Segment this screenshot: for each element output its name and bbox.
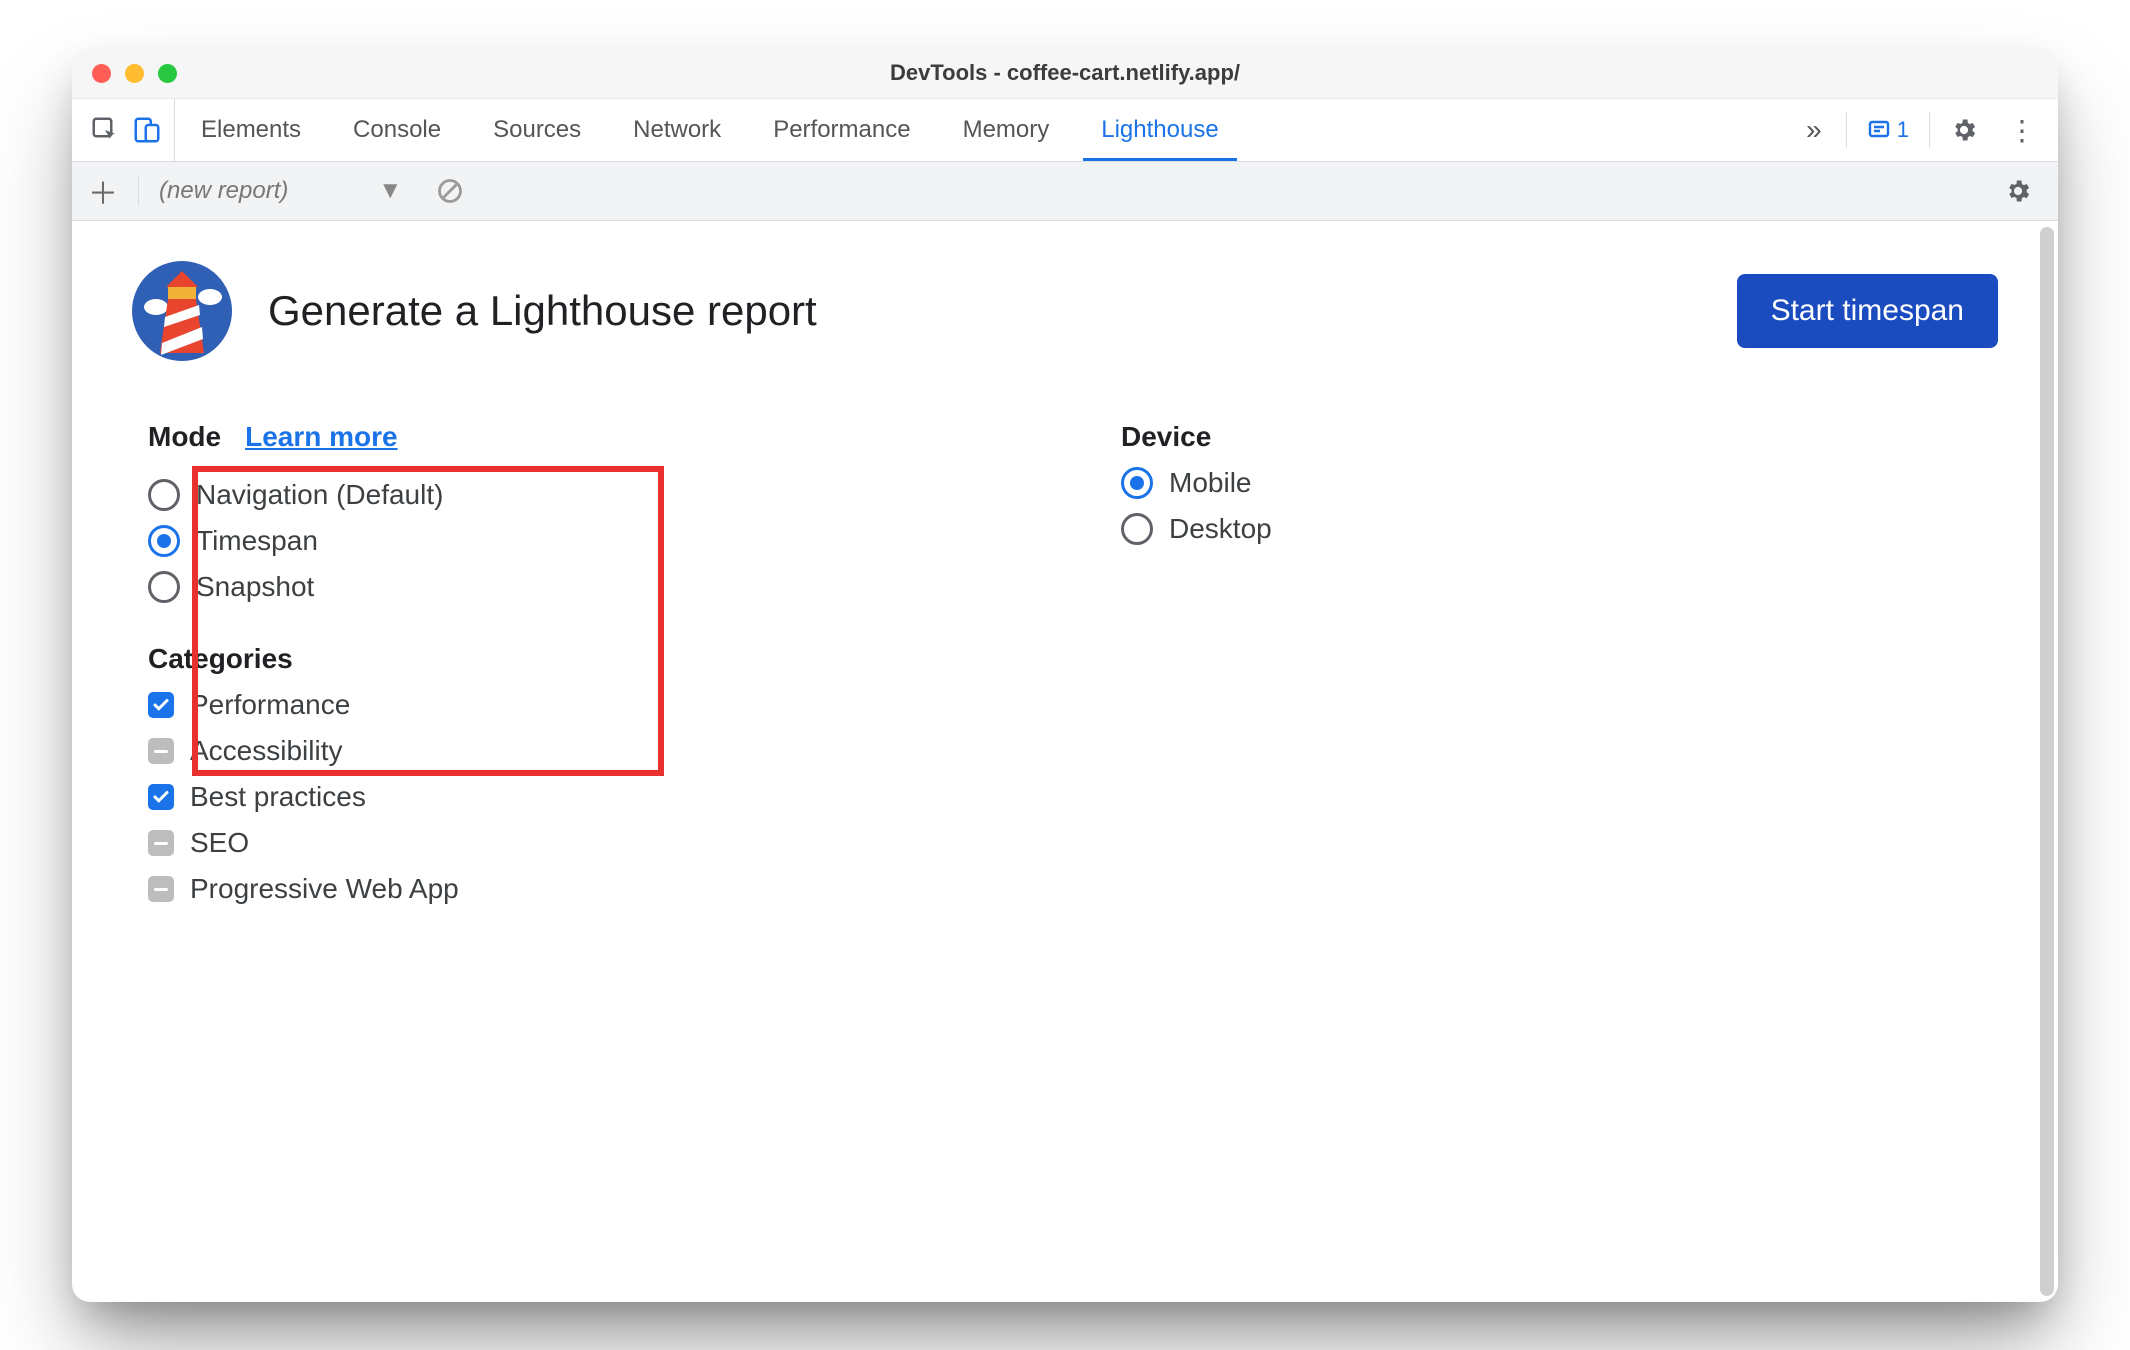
window-title: DevTools - coffee-cart.netlify.app/ xyxy=(890,60,1240,86)
lighthouse-toolbar: ＋ (new report) ▼ xyxy=(72,162,2058,221)
lighthouse-logo-icon xyxy=(132,261,232,361)
lighthouse-panel: Generate a Lighthouse report Start times… xyxy=(72,221,2058,1302)
learn-more-link[interactable]: Learn more xyxy=(245,421,398,453)
device-option-label: Desktop xyxy=(1169,513,1272,545)
panel-tabs: Elements Console Sources Network Perform… xyxy=(175,99,1784,161)
mode-section-title: Mode xyxy=(148,421,221,453)
category-checkbox-pwa[interactable] xyxy=(148,876,174,902)
mode-option-label: Snapshot xyxy=(196,571,314,603)
zoom-window-button[interactable] xyxy=(158,64,177,83)
mode-radio-timespan[interactable] xyxy=(148,525,180,557)
more-options-icon[interactable]: ⋮ xyxy=(1998,114,2048,147)
tabs-row: Elements Console Sources Network Perform… xyxy=(72,99,2058,162)
divider xyxy=(138,176,139,206)
device-radio-mobile[interactable] xyxy=(1121,467,1153,499)
settings-icon[interactable] xyxy=(1940,116,1988,144)
category-label: SEO xyxy=(190,827,249,859)
device-toggle-icon[interactable] xyxy=(132,115,162,145)
chevron-down-icon: ▼ xyxy=(378,177,402,205)
report-selector-label: (new report) xyxy=(159,177,288,205)
device-radio-desktop[interactable] xyxy=(1121,513,1153,545)
clear-report-icon[interactable] xyxy=(436,177,464,205)
lighthouse-settings-icon[interactable] xyxy=(1994,177,2042,205)
tab-lighthouse[interactable]: Lighthouse xyxy=(1075,99,1244,161)
category-label: Performance xyxy=(190,689,350,721)
divider xyxy=(1846,112,1847,148)
panel-header: Generate a Lighthouse report Start times… xyxy=(132,261,1998,361)
more-tabs-button[interactable]: » xyxy=(1792,114,1836,146)
category-label: Progressive Web App xyxy=(190,873,459,905)
categories-section-title: Categories xyxy=(148,643,1081,675)
inspect-icon[interactable] xyxy=(90,115,120,145)
category-checkbox-accessibility[interactable] xyxy=(148,738,174,764)
device-section-title: Device xyxy=(1121,421,2054,453)
tab-network[interactable]: Network xyxy=(607,99,747,161)
category-label: Best practices xyxy=(190,781,366,813)
mode-option-label: Navigation (Default) xyxy=(196,479,443,511)
tab-console[interactable]: Console xyxy=(327,99,467,161)
report-selector[interactable]: (new report) ▼ xyxy=(159,177,402,205)
device-toolbar-group xyxy=(78,99,175,161)
devtools-window: DevTools - coffee-cart.netlify.app/ xyxy=(72,48,2058,1302)
tab-sources[interactable]: Sources xyxy=(467,99,607,161)
category-checkbox-seo[interactable] xyxy=(148,830,174,856)
tab-elements[interactable]: Elements xyxy=(175,99,327,161)
issues-badge[interactable]: 1 xyxy=(1857,117,1919,143)
tab-performance[interactable]: Performance xyxy=(747,99,936,161)
mode-option-label: Timespan xyxy=(196,525,318,557)
mode-radio-navigation[interactable] xyxy=(148,479,180,511)
minimize-window-button[interactable] xyxy=(125,64,144,83)
category-label: Accessibility xyxy=(190,735,342,767)
divider xyxy=(1929,112,1930,148)
close-window-button[interactable] xyxy=(92,64,111,83)
scrollbar[interactable] xyxy=(2040,227,2054,1296)
window-controls xyxy=(92,64,177,83)
start-timespan-button[interactable]: Start timespan xyxy=(1737,274,1998,348)
page-title: Generate a Lighthouse report xyxy=(268,287,817,335)
titlebar: DevTools - coffee-cart.netlify.app/ xyxy=(72,48,2058,99)
issues-count: 1 xyxy=(1897,117,1909,143)
tabs-right-controls: » 1 ⋮ xyxy=(1784,99,2048,161)
mode-radio-snapshot[interactable] xyxy=(148,571,180,603)
new-report-button[interactable]: ＋ xyxy=(88,169,118,213)
category-checkbox-performance[interactable] xyxy=(148,692,174,718)
device-option-label: Mobile xyxy=(1169,467,1251,499)
category-checkbox-best-practices[interactable] xyxy=(148,784,174,810)
tab-memory[interactable]: Memory xyxy=(937,99,1076,161)
